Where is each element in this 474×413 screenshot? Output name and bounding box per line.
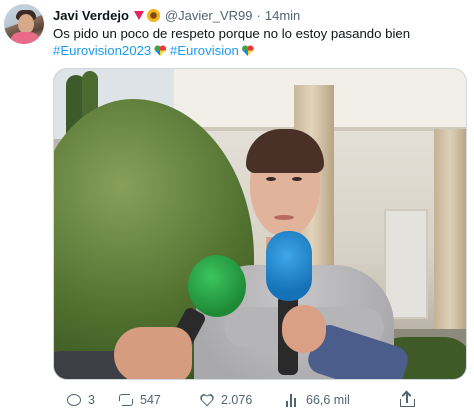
retweet-count: 547 (140, 393, 161, 407)
avatar-face (18, 14, 34, 34)
reply-icon (67, 394, 81, 406)
rainbow-heart-icon (154, 45, 166, 56)
rainbow-heart-icon (242, 45, 254, 56)
hashtag-eurovision2023[interactable]: #Eurovision2023 (53, 43, 151, 58)
red-triangle-icon (133, 10, 144, 20)
reporter-hand (282, 305, 326, 353)
bar-chart-icon (286, 393, 299, 407)
person-eye (266, 177, 276, 181)
reporter-hand (114, 327, 192, 379)
share-button[interactable] (400, 390, 415, 410)
photo-door (384, 209, 428, 319)
tweet-actions: 3 547 2.076 66,6 mil (53, 390, 467, 410)
heart-icon (200, 394, 214, 407)
views-count: 66,6 mil (306, 393, 350, 407)
microphone-windscreen (266, 231, 312, 301)
tweet-header: Javi Verdejo @Javier_VR99 · 14min (53, 6, 300, 24)
author-name[interactable]: Javi Verdejo (53, 8, 129, 23)
retweet-button[interactable]: 547 (119, 390, 161, 410)
reply-button[interactable]: 3 (67, 390, 95, 410)
tweet-text-line: Os pido un poco de respeto porque no lo … (53, 26, 411, 41)
retweet-icon (119, 393, 133, 407)
person-mouth (274, 215, 294, 220)
like-button[interactable]: 2.076 (200, 390, 252, 410)
tweet-text: Os pido un poco de respeto porque no lo … (53, 25, 463, 59)
reply-count: 3 (88, 393, 95, 407)
like-count: 2.076 (221, 393, 253, 407)
tweet-photo[interactable] (53, 68, 467, 380)
avatar-shirt (10, 32, 40, 44)
views-button[interactable]: 66,6 mil (286, 390, 350, 410)
sunflower-icon (146, 8, 160, 22)
avatar[interactable] (4, 4, 44, 44)
tweet-time[interactable]: 14min (265, 8, 300, 23)
person-eye (292, 177, 302, 181)
author-handle[interactable]: @Javier_VR99 (165, 8, 253, 23)
hashtag-eurovision[interactable]: #Eurovision (170, 43, 239, 58)
share-icon (400, 390, 415, 407)
tweet-hashtags-line: #Eurovision2023 #Eurovision (53, 42, 463, 59)
separator-dot: · (256, 7, 261, 23)
microphone-windscreen (188, 255, 246, 317)
share-arrow (401, 390, 412, 401)
tweet: Javi Verdejo @Javier_VR99 · 14min Os pid… (0, 0, 474, 413)
